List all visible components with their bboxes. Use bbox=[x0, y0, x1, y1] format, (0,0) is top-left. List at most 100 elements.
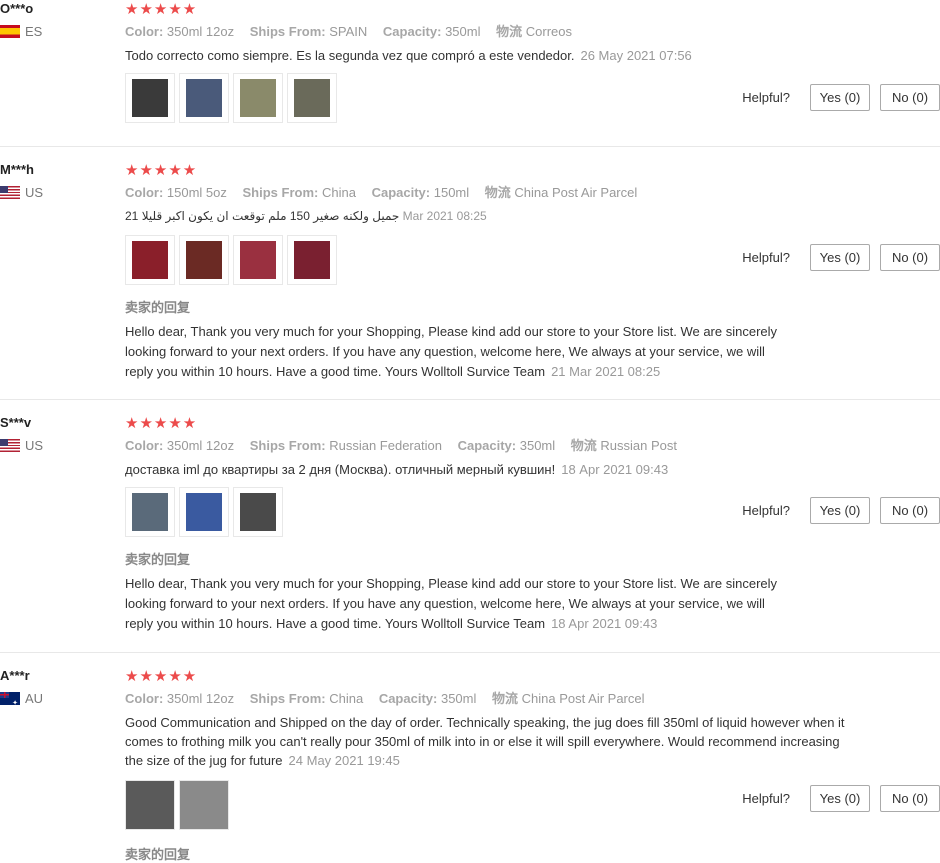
helpful-yes-button[interactable]: Yes (0) bbox=[810, 497, 870, 524]
helpful-label: Helpful? bbox=[742, 503, 790, 518]
review-photo-thumbnail[interactable] bbox=[125, 780, 175, 830]
seller-reply-title: 卖家的回复 bbox=[125, 847, 191, 862]
logistics-label: 物流 bbox=[484, 185, 511, 200]
review-photo-thumbnail[interactable] bbox=[287, 235, 337, 285]
us-flag-icon bbox=[0, 186, 20, 199]
us-flag-icon bbox=[0, 439, 20, 452]
review-photo-thumbnail[interactable] bbox=[179, 235, 229, 285]
helpful-no-button[interactable]: No (0) bbox=[880, 785, 940, 812]
helpful-label: Helpful? bbox=[742, 791, 790, 806]
review-date: 24 May 2021 19:45 bbox=[288, 753, 400, 768]
order-properties: Color: 350ml 12oz Ships From: Russian Fe… bbox=[125, 437, 940, 455]
seller-reply-body: Hello dear, Thank you very much for your… bbox=[125, 324, 778, 379]
capacity-label: Capacity: bbox=[378, 691, 438, 706]
review-date-day: 21 bbox=[125, 209, 139, 223]
color-value: 350ml 12oz bbox=[166, 24, 235, 39]
reviewer-info: S***v US bbox=[0, 414, 110, 453]
logistics-value: Correos bbox=[525, 24, 572, 39]
review-text: Good Communication and Shipped on the da… bbox=[125, 713, 845, 770]
review-content: ★★★★★ Color: 350ml 12oz Ships From: Russ… bbox=[125, 414, 940, 634]
photo-image bbox=[132, 79, 168, 117]
reviewer-name: A***r bbox=[0, 668, 30, 683]
review-photo-thumbnail[interactable] bbox=[179, 73, 229, 123]
helpful-yes-button[interactable]: Yes (0) bbox=[810, 785, 870, 812]
seller-reply: Hello dear, Thank you very much for your… bbox=[125, 574, 785, 634]
review-date: 26 May 2021 07:56 bbox=[580, 48, 692, 63]
photo-image bbox=[180, 781, 228, 829]
logistics-value: China Post Air Parcel bbox=[514, 185, 638, 200]
star-rating: ★★★★★ bbox=[125, 1, 198, 18]
review-text: доставка iml до квартиры за 2 дня (Москв… bbox=[125, 460, 845, 479]
helpful-vote: Helpful? Yes (0) No (0) bbox=[742, 244, 940, 271]
review-photo-thumbnail[interactable] bbox=[233, 73, 283, 123]
helpful-no-button[interactable]: No (0) bbox=[880, 497, 940, 524]
review-photo-thumbnail[interactable] bbox=[179, 487, 229, 537]
seller-reply-body: Hello dear, Thank you very much for your… bbox=[125, 576, 778, 631]
helpful-no-button[interactable]: No (0) bbox=[880, 84, 940, 111]
order-properties: Color: 350ml 12oz Ships From: China Capa… bbox=[125, 690, 940, 708]
logistics-label: 物流 bbox=[570, 438, 597, 453]
reviewer-name: M***h bbox=[0, 162, 34, 177]
ships-from-label: Ships From: bbox=[249, 691, 326, 706]
seller-reply-title: 卖家的回复 bbox=[125, 552, 191, 567]
helpful-label: Helpful? bbox=[742, 90, 790, 105]
helpful-vote: Helpful? Yes (0) No (0) bbox=[742, 785, 940, 812]
review-text: Todo correcto como siempre. Es la segund… bbox=[125, 46, 845, 65]
seller-reply: Hello dear, Thank you very much for your… bbox=[125, 322, 785, 382]
review-body: جميل ولكنه صغير 150 ملم توقعت ان يكون اك… bbox=[141, 209, 400, 223]
review-photo-thumbnail[interactable] bbox=[233, 235, 283, 285]
review-photo-thumbnail[interactable] bbox=[125, 73, 175, 123]
reviewer-country: US bbox=[0, 438, 110, 453]
color-label: Color: bbox=[125, 438, 164, 453]
photo-image bbox=[132, 493, 168, 531]
star-rating: ★★★★★ bbox=[125, 162, 198, 179]
reviewer-country: ES bbox=[0, 24, 110, 39]
reviewer-info: O***o ES bbox=[0, 0, 110, 39]
seller-reply-date: 21 Mar 2021 08:25 bbox=[551, 364, 661, 379]
photo-image bbox=[126, 781, 174, 829]
helpful-no-button[interactable]: No (0) bbox=[880, 244, 940, 271]
review-item: S***v US ★★★★★ Color: 350ml 12oz Ships F… bbox=[0, 400, 940, 653]
ships-from-value: Russian Federation bbox=[329, 438, 442, 453]
review-photo-thumbnail[interactable] bbox=[179, 780, 229, 830]
helpful-yes-button[interactable]: Yes (0) bbox=[810, 84, 870, 111]
ships-from-value: SPAIN bbox=[329, 24, 368, 39]
seller-reply-title: 卖家的回复 bbox=[125, 300, 191, 315]
australia-flag-icon bbox=[0, 692, 20, 705]
review-item: O***o ES ★★★★★ Color: 350ml 12oz Ships F… bbox=[0, 0, 940, 147]
color-label: Color: bbox=[125, 691, 164, 706]
review-photo-thumbnail[interactable] bbox=[125, 235, 175, 285]
review-body: Todo correcto como siempre. Es la segund… bbox=[125, 48, 575, 63]
reviewer-country: AU bbox=[0, 691, 110, 706]
ships-from-value: China bbox=[329, 691, 364, 706]
capacity-value: 150ml bbox=[433, 185, 470, 200]
logistics-value: Russian Post bbox=[600, 438, 678, 453]
country-code: US bbox=[25, 185, 44, 200]
logistics-label: 物流 bbox=[496, 24, 523, 39]
capacity-label: Capacity: bbox=[382, 24, 442, 39]
review-date: 18 Apr 2021 09:43 bbox=[561, 462, 669, 477]
capacity-label: Capacity: bbox=[371, 185, 431, 200]
helpful-vote: Helpful? Yes (0) No (0) bbox=[742, 497, 940, 524]
spain-flag-icon bbox=[0, 25, 20, 38]
review-item: M***h US ★★★★★ Color: 150ml 5oz Ships Fr… bbox=[0, 147, 940, 400]
photo-image bbox=[294, 79, 330, 117]
helpful-yes-button[interactable]: Yes (0) bbox=[810, 244, 870, 271]
review-date: Mar 2021 08:25 bbox=[402, 209, 487, 223]
logistics-label: 物流 bbox=[492, 691, 519, 706]
ships-from-label: Ships From: bbox=[249, 438, 326, 453]
review-text: 21 جميل ولكنه صغير 150 ملم توقعت ان يكون… bbox=[125, 207, 845, 226]
review-body: доставка iml до квартиры за 2 дня (Москв… bbox=[125, 462, 556, 477]
photo-image bbox=[186, 79, 222, 117]
color-value: 350ml 12oz bbox=[166, 438, 235, 453]
review-content: ★★★★★ Color: 350ml 12oz Ships From: Chin… bbox=[125, 667, 940, 863]
photo-image bbox=[132, 241, 168, 279]
review-item: A***r AU ★★★★★ Color: 350ml 12oz Ships F… bbox=[0, 653, 940, 862]
review-body: Good Communication and Shipped on the da… bbox=[125, 715, 845, 768]
review-photo-thumbnail[interactable] bbox=[233, 487, 283, 537]
color-label: Color: bbox=[125, 24, 164, 39]
review-photo-thumbnail[interactable] bbox=[125, 487, 175, 537]
review-photo-thumbnail[interactable] bbox=[287, 73, 337, 123]
ships-from-label: Ships From: bbox=[242, 185, 319, 200]
reviewer-info: A***r AU bbox=[0, 667, 110, 706]
